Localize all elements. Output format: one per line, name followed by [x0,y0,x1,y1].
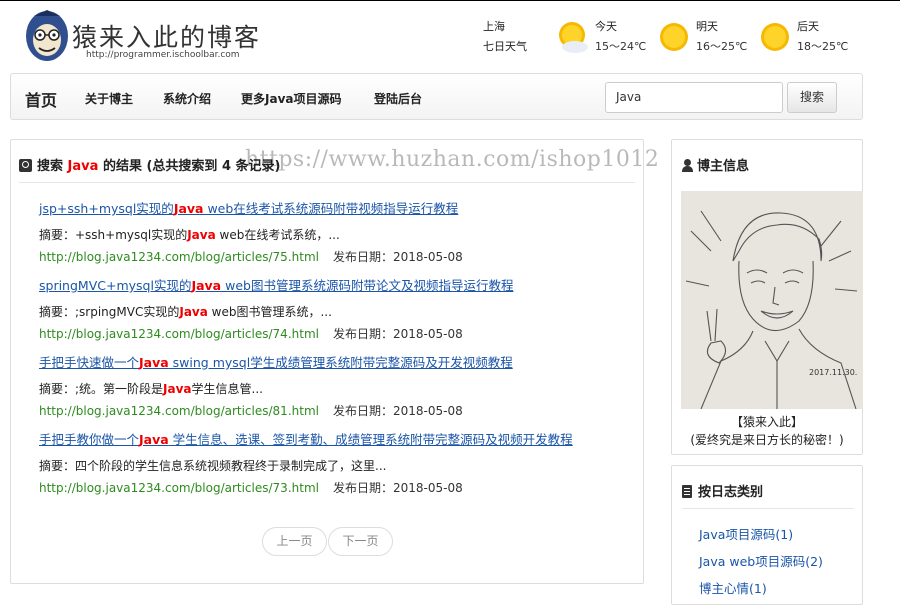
result-summary: 摘要：;srpingMVC实现的Java web图书管理系统，... [39,305,332,319]
watermark: https://www.huzhan.com/ishop1012 [245,147,660,172]
site-logo[interactable]: 猿来入此的博客 http://programmer.ischoolbar.com [24,8,284,66]
nav-item-about[interactable]: 关于博主 [85,90,133,107]
sun-cloud-icon [559,22,588,53]
search-results-panel: 搜索 Java 的结果 (总共搜索到 4 条记录) jsp+ssh+mysql实… [10,139,659,584]
result-title-link[interactable]: jsp+ssh+mysql实现的Java web在线考试系统源码附带视频指导运行… [39,198,639,217]
search-icon [19,159,32,172]
logo-title: 猿来入此的博客 [72,23,262,52]
search-keyword: Java [67,159,99,174]
search-input[interactable]: Java [605,82,783,113]
pager-next-button[interactable]: 下一页 [328,527,393,556]
result-url[interactable]: http://blog.java1234.com/blog/articles/7… [39,327,319,341]
portrait-signature: 2017.11.30. [809,368,857,377]
blogger-info-panel: 博主信息 2017.11.30. 【猿来入此】 (爱终究是来日方长的秘密！) [671,139,863,455]
result-meta: http://blog.java1234.com/blog/articles/7… [39,479,639,496]
divider [682,508,854,509]
result-meta: http://blog.java1234.com/blog/articles/7… [39,325,639,342]
result-date: 发布日期：2018-05-08 [332,327,463,341]
nav-item-system-intro[interactable]: 系统介绍 [163,90,211,107]
result-summary: 摘要：;统。第一阶段是Java学生信息管... [39,382,263,396]
result-item: springMVC+mysql实现的Java web图书管理系统源码附带论文及视… [39,275,639,342]
category-panel: 按日志类别 Java项目源码(1) Java web项目源码(2) 博主心情(1… [671,465,863,605]
weather-city: 上海 七日天气 [483,18,527,54]
logo-url: http://programmer.ischoolbar.com [86,50,240,60]
result-title-link[interactable]: 手把手教你做一个Java 学生信息、选课、签到考勤、成绩管理系统附带完整源码及视… [39,429,639,448]
blogger-info-heading: 博主信息 [682,155,749,174]
result-title-link[interactable]: springMVC+mysql实现的Java web图书管理系统源码附带论文及视… [39,275,639,294]
book-icon [682,485,692,498]
weather-subtitle: 七日天气 [483,40,527,53]
navbar: 首页 关于博主 系统介绍 更多Java项目源码 登陆后台 Java 搜索 [10,73,863,120]
result-item: jsp+ssh+mysql实现的Java web在线考试系统源码附带视频指导运行… [39,198,639,265]
blogger-portrait: 2017.11.30. [681,191,863,409]
result-url[interactable]: http://blog.java1234.com/blog/articles/7… [39,481,319,495]
result-item: 手把手快速做一个Java swing mysql学生成绩管理系统附带完整源码及开… [39,352,639,419]
pager-prev-button[interactable]: 上一页 [262,527,327,556]
result-date: 发布日期：2018-05-08 [332,481,463,495]
category-item[interactable]: 博主心情(1) [699,578,767,597]
weather-city-name: 上海 [483,20,505,33]
blogger-name: 【猿来入此】 [730,415,803,429]
results-heading: 搜索 Java 的结果 (总共搜索到 4 条记录) [19,155,280,174]
result-date: 发布日期：2018-05-08 [332,250,463,264]
result-summary: 摘要：+ssh+mysql实现的Java web在线考试系统，... [39,228,340,242]
weather-day-name: 明天 [696,20,718,33]
result-url[interactable]: http://blog.java1234.com/blog/articles/7… [39,250,319,264]
result-meta: http://blog.java1234.com/blog/articles/8… [39,402,639,419]
nav-item-login[interactable]: 登陆后台 [374,90,422,107]
nav-item-more-java[interactable]: 更多Java项目源码 [241,90,341,107]
category-item[interactable]: Java项目源码(1) [699,524,793,543]
category-heading: 按日志类别 [682,481,763,500]
weather-temp: 15～24℃ [595,40,647,53]
user-icon [682,159,693,172]
result-date: 发布日期：2018-05-08 [332,404,463,418]
result-title-link[interactable]: 手把手快速做一个Java swing mysql学生成绩管理系统附带完整源码及开… [39,352,639,371]
monkey-logo-icon [26,10,68,61]
sun-icon [761,23,789,51]
weather-day-name: 今天 [595,20,617,33]
weather-temp: 16～25℃ [696,40,748,53]
result-summary: 摘要：四个阶段的学生信息系统视频教程终于录制完成了，这里... [39,459,387,473]
category-item[interactable]: Java web项目源码(2) [699,551,823,570]
result-meta: http://blog.java1234.com/blog/articles/7… [39,248,639,265]
portrait-sketch: 2017.11.30. [681,191,863,409]
search-button[interactable]: 搜索 [787,82,837,113]
nav-home[interactable]: 首页 [25,87,57,111]
sun-icon [660,23,688,51]
top-border [0,0,900,1]
weather-temp: 18～25℃ [797,40,849,53]
blogger-motto: (爱终究是来日方长的秘密！) [690,433,844,447]
result-item: 手把手教你做一个Java 学生信息、选课、签到考勤、成绩管理系统附带完整源码及视… [39,429,639,496]
result-url[interactable]: http://blog.java1234.com/blog/articles/8… [39,404,319,418]
weather-day-name: 后天 [797,20,819,33]
divider [19,182,635,183]
